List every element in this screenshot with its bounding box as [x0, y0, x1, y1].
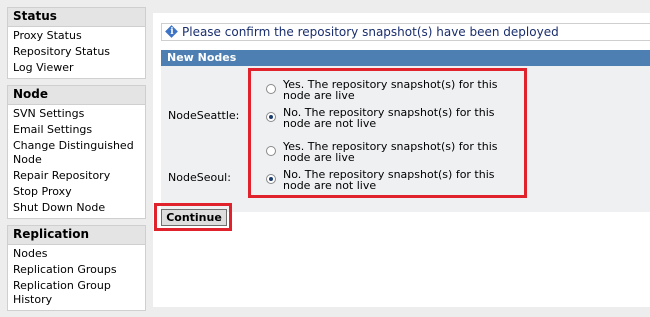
sidebar-item-svn-settings[interactable]: SVN Settings [8, 106, 145, 122]
info-icon [166, 24, 178, 40]
info-message: Please confirm the repository snapshot(s… [182, 25, 559, 39]
sidebar-item-log-viewer[interactable]: Log Viewer [8, 60, 145, 76]
sidebar-item-proxy-status[interactable]: Proxy Status [8, 28, 145, 44]
node-seattle-yes-option[interactable]: Yes. The repository snapshot(s) for this… [261, 79, 521, 107]
main-panel: Please confirm the repository snapshot(s… [153, 13, 650, 307]
sidebar-item-nodes[interactable]: Nodes [8, 246, 145, 262]
node-section: Node SVN Settings Email Settings Change … [7, 85, 146, 219]
sidebar: Status Proxy Status Repository Status Lo… [7, 7, 146, 317]
node-seattle-no-label: No. The repository snapshot(s) for this … [283, 106, 495, 130]
sidebar-item-change-distinguished-node[interactable]: Change Distinguished Node [8, 138, 145, 168]
sidebar-item-repository-status[interactable]: Repository Status [8, 44, 145, 60]
sidebar-item-replication-group-history[interactable]: Replication Group History [8, 278, 145, 308]
sidebar-item-repair-repository[interactable]: Repair Repository [8, 168, 145, 184]
status-section: Status Proxy Status Repository Status Lo… [7, 7, 146, 79]
node-seoul-no-option[interactable]: No. The repository snapshot(s) for this … [261, 169, 521, 197]
node-seattle-yes-label: Yes. The repository snapshot(s) for this… [283, 78, 498, 102]
new-nodes-header: New Nodes [161, 50, 650, 66]
node-seattle-no-radio[interactable] [266, 112, 276, 122]
node-seattle-yes-radio[interactable] [266, 84, 276, 94]
node-section-title: Node [8, 86, 145, 105]
sidebar-item-stop-proxy[interactable]: Stop Proxy [8, 184, 145, 200]
sidebar-item-shut-down-node[interactable]: Shut Down Node [8, 200, 145, 216]
status-section-title: Status [8, 8, 145, 27]
new-nodes-panel: New Nodes NodeSeattle: NodeSeoul: Yes. T… [161, 50, 650, 212]
node-seattle-no-option[interactable]: No. The repository snapshot(s) for this … [261, 107, 521, 135]
sidebar-item-replication-groups[interactable]: Replication Groups [8, 262, 145, 278]
node-seattle-label: NodeSeattle: [168, 109, 240, 122]
snapshot-radio-group: Yes. The repository snapshot(s) for this… [261, 79, 520, 209]
node-seoul-yes-option[interactable]: Yes. The repository snapshot(s) for this… [261, 141, 521, 169]
sidebar-item-email-settings[interactable]: Email Settings [8, 122, 145, 138]
replication-section-title: Replication [8, 226, 145, 245]
info-message-bar: Please confirm the repository snapshot(s… [161, 23, 650, 41]
node-seoul-no-radio[interactable] [266, 174, 276, 184]
node-seoul-no-label: No. The repository snapshot(s) for this … [283, 168, 495, 192]
node-seoul-label: NodeSeoul: [168, 171, 231, 184]
node-seoul-yes-label: Yes. The repository snapshot(s) for this… [283, 140, 498, 164]
node-seoul-yes-radio[interactable] [266, 146, 276, 156]
continue-button[interactable]: Continue [161, 209, 227, 226]
replication-section: Replication Nodes Replication Groups Rep… [7, 225, 146, 311]
